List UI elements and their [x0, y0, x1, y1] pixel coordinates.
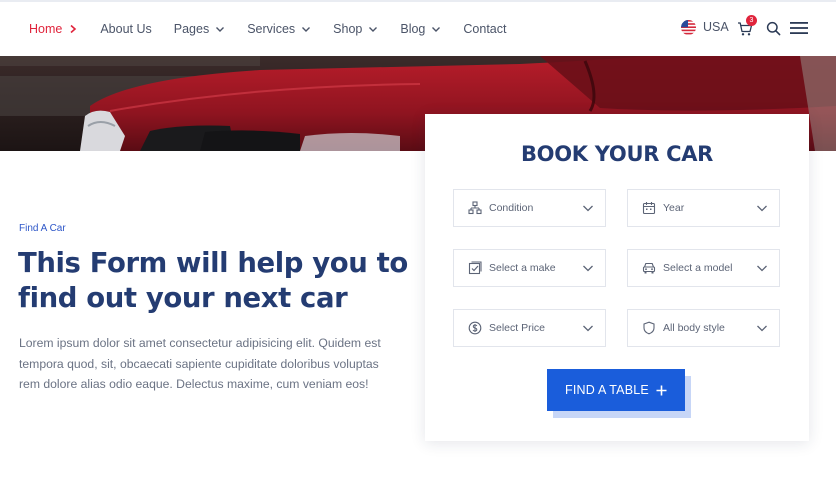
nav-pages[interactable]: Pages: [174, 22, 225, 36]
chevron-down-icon: [302, 27, 311, 32]
section-description: Lorem ipsum dolor sit amet consectetur a…: [19, 336, 381, 391]
chevron-down-icon: [583, 265, 593, 272]
nav-home-label: Home: [29, 22, 63, 36]
language-selector[interactable]: USA: [703, 20, 729, 34]
nav-contact-label: Contact: [463, 22, 507, 36]
nav-blog[interactable]: Blog: [400, 22, 441, 36]
chevron-down-icon: [432, 27, 441, 32]
hierarchy-icon: [468, 201, 482, 215]
year-select[interactable]: Year: [627, 189, 780, 227]
plus-icon: [656, 385, 667, 395]
shield-icon: [643, 321, 655, 335]
model-label: Select a model: [663, 262, 733, 274]
find-a-table-button[interactable]: FIND A TABLE: [547, 369, 685, 411]
find-a-table-label: FIND A TABLE: [565, 383, 649, 397]
year-label: Year: [663, 202, 685, 214]
chevron-right-icon: [70, 24, 77, 34]
condition-label: Condition: [489, 202, 534, 214]
us-flag-icon[interactable]: [681, 20, 696, 35]
nav-about[interactable]: About Us: [100, 22, 151, 36]
chevron-down-icon: [757, 265, 767, 272]
chevron-down-icon: [757, 205, 767, 212]
make-select[interactable]: Select a make: [453, 249, 606, 287]
make-label: Select a make: [489, 262, 556, 274]
checklist-icon: [468, 261, 482, 275]
nav-pages-label: Pages: [173, 22, 210, 36]
nav-shop[interactable]: Shop: [333, 22, 378, 36]
menu-icon[interactable]: [790, 21, 808, 35]
main-nav: Home About Us Pages Services Shop Blog C…: [29, 2, 528, 56]
model-select[interactable]: Select a model: [627, 249, 780, 287]
chevron-down-icon: [757, 325, 767, 332]
nav-blog-label: Blog: [400, 22, 426, 36]
body-style-label: All body style: [663, 322, 725, 334]
booking-form-title: BOOK YOUR CAR: [520, 142, 714, 166]
cart-count-badge: 3: [746, 15, 757, 26]
chevron-down-icon: [583, 205, 593, 212]
nav-services-label: Services: [247, 22, 296, 36]
car-icon: [642, 262, 656, 274]
search-icon[interactable]: [766, 21, 781, 36]
condition-select[interactable]: Condition: [453, 189, 606, 227]
nav-home[interactable]: Home: [29, 22, 78, 36]
calendar-icon: [642, 202, 656, 215]
body-style-select[interactable]: All body style: [627, 309, 780, 347]
price-label: Select Price: [489, 322, 546, 334]
nav-about-label: About Us: [100, 22, 152, 36]
nav-services[interactable]: Services: [247, 22, 311, 36]
chevron-down-icon: [216, 27, 225, 32]
nav-shop-label: Shop: [333, 22, 363, 36]
price-select[interactable]: Select Price: [453, 309, 606, 347]
chevron-down-icon: [583, 325, 593, 332]
nav-contact[interactable]: Contact: [463, 22, 506, 36]
chevron-down-icon: [369, 27, 378, 32]
section-headline: This Form will help you to find out your…: [18, 247, 408, 314]
dollar-icon: [468, 321, 482, 335]
section-eyebrow: Find A Car: [19, 223, 66, 234]
